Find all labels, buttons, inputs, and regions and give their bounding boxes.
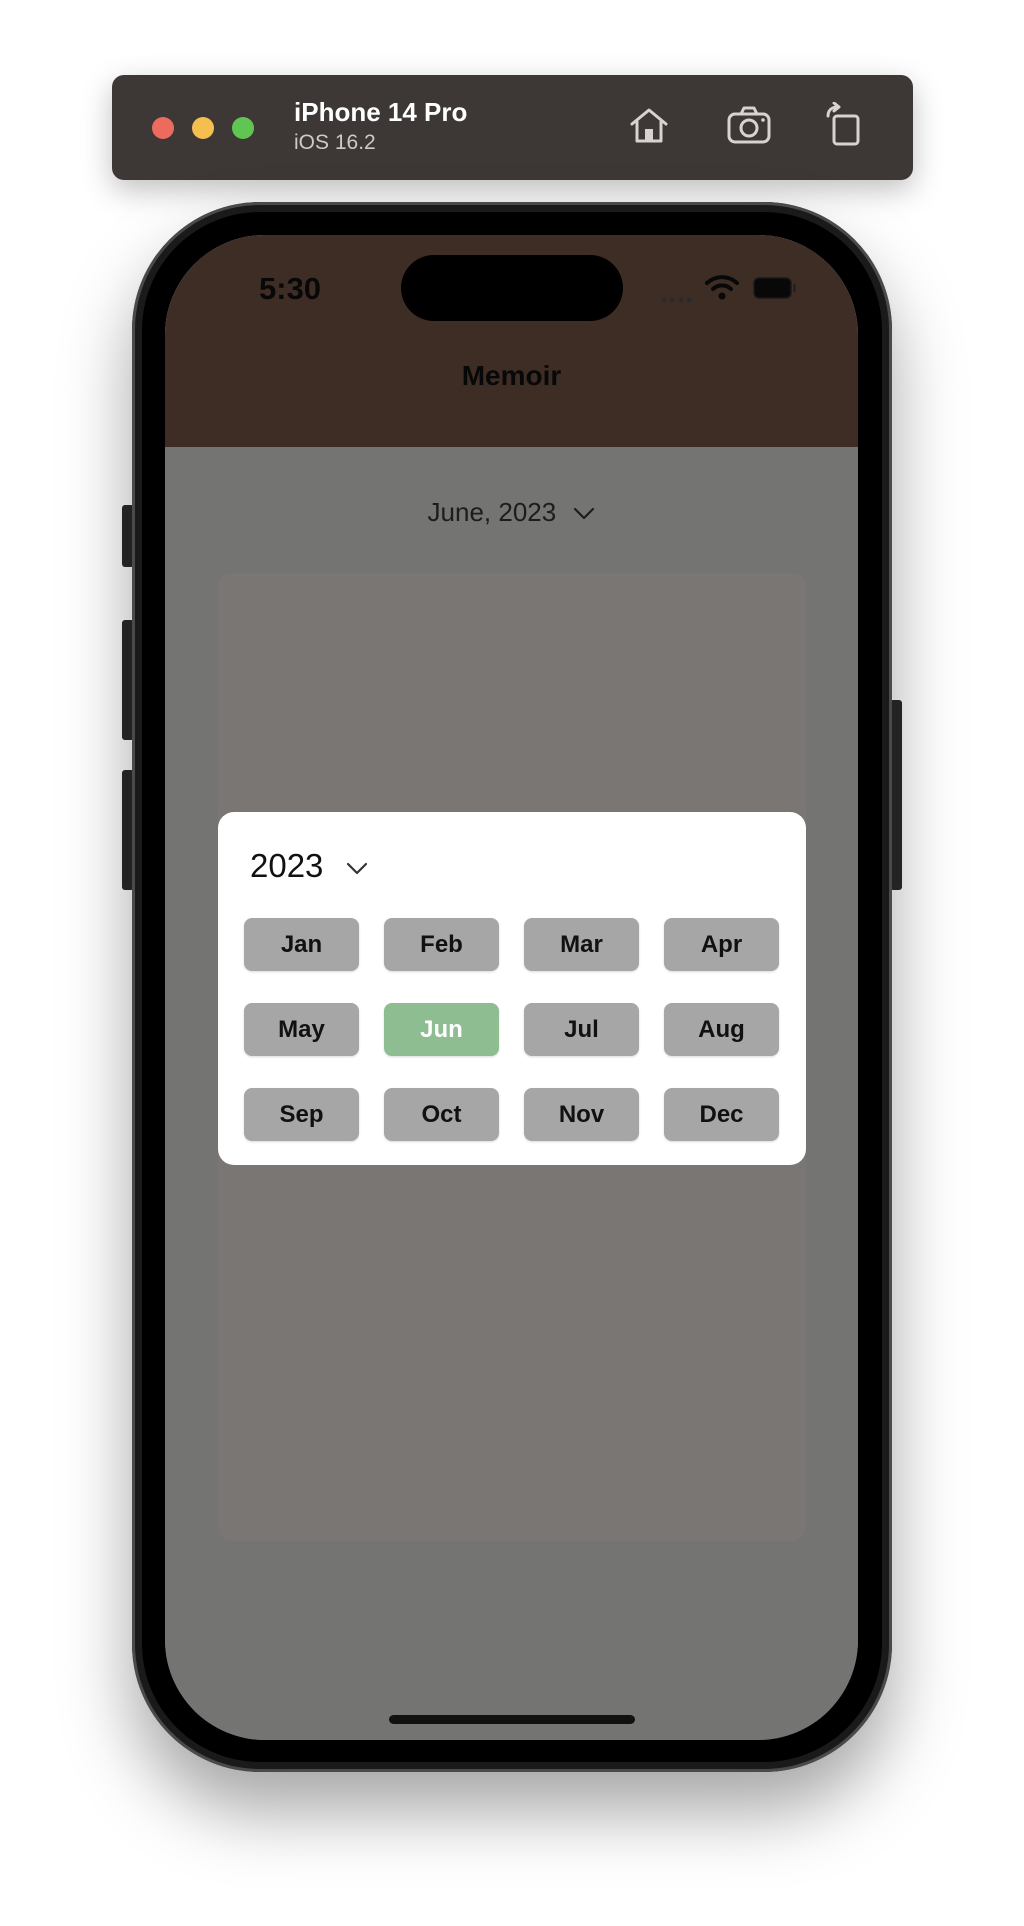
month-button-aug[interactable]: Aug — [664, 1003, 779, 1056]
simulator-toolbar: iPhone 14 Pro iOS 16.2 — [112, 75, 913, 180]
month-button-apr[interactable]: Apr — [664, 918, 779, 971]
chevron-down-icon[interactable] — [346, 862, 368, 876]
month-button-dec[interactable]: Dec — [664, 1088, 779, 1141]
month-button-jul[interactable]: Jul — [524, 1003, 639, 1056]
month-button-sep[interactable]: Sep — [244, 1088, 359, 1141]
zoom-window-button[interactable] — [232, 117, 254, 139]
month-button-mar[interactable]: Mar — [524, 918, 639, 971]
screenshot-icon[interactable] — [726, 102, 772, 148]
rotate-icon[interactable] — [820, 101, 866, 148]
device-os-version: iOS 16.2 — [294, 131, 376, 154]
month-grid: Jan Feb Mar Apr May Jun Jul Aug Sep Oct … — [244, 918, 779, 1141]
close-window-button[interactable] — [152, 117, 174, 139]
year-selector[interactable]: 2023 — [250, 847, 323, 885]
month-button-may[interactable]: May — [244, 1003, 359, 1056]
month-button-jan[interactable]: Jan — [244, 918, 359, 971]
month-button-jun[interactable]: Jun — [384, 1003, 499, 1056]
phone-screen: 5:30 •••• Memoir June, 2023 2023 Jan Feb — [165, 235, 858, 1740]
month-button-feb[interactable]: Feb — [384, 918, 499, 971]
home-icon[interactable] — [626, 102, 672, 148]
device-name: iPhone 14 Pro — [294, 97, 468, 127]
month-picker: 2023 Jan Feb Mar Apr May Jun Jul Aug Sep… — [218, 812, 806, 1165]
month-button-oct[interactable]: Oct — [384, 1088, 499, 1141]
simulator-window: iPhone 14 Pro iOS 16.2 5:30 •••• — [0, 0, 1024, 1926]
minimize-window-button[interactable] — [192, 117, 214, 139]
month-button-nov[interactable]: Nov — [524, 1088, 639, 1141]
